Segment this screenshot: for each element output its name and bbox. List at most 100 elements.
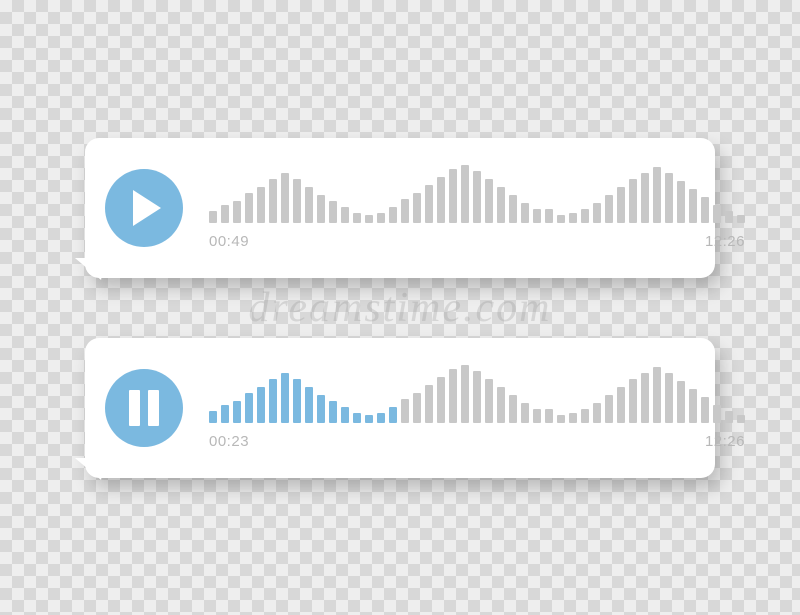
waveform-bar — [653, 367, 661, 423]
waveform-bar — [305, 387, 313, 423]
elapsed-time: 00:23 — [209, 433, 249, 450]
waveform-bar — [389, 407, 397, 423]
waveform-bar — [665, 173, 673, 223]
waveform[interactable] — [209, 165, 745, 223]
voice-message-bubble: 00:23 12:26 — [85, 338, 715, 478]
waveform-bar — [329, 401, 337, 423]
waveform-bar — [629, 179, 637, 223]
waveform-bar — [461, 165, 469, 223]
waveform-bar — [233, 401, 241, 423]
waveform-bar — [605, 395, 613, 423]
play-icon — [133, 190, 161, 226]
waveform-bar — [353, 213, 361, 223]
waveform-bar — [521, 403, 529, 423]
waveform-bar — [533, 409, 541, 423]
waveform-bar — [701, 397, 709, 423]
waveform-bar — [401, 199, 409, 223]
waveform-bar — [209, 211, 217, 223]
waveform-bar — [329, 201, 337, 223]
waveform-bar — [725, 211, 733, 223]
waveform-bar — [437, 377, 445, 423]
waveform-bar — [641, 373, 649, 423]
waveform-bar — [449, 169, 457, 223]
waveform-bar — [569, 413, 577, 423]
waveform-bar — [245, 193, 253, 223]
waveform-bar — [269, 179, 277, 223]
time-row: 00:49 12:26 — [209, 233, 745, 250]
total-time: 12:26 — [705, 433, 745, 450]
waveform-bar — [629, 379, 637, 423]
waveform-bar — [605, 195, 613, 223]
waveform-bar — [293, 379, 301, 423]
waveform-bar — [521, 203, 529, 223]
waveform-bar — [413, 193, 421, 223]
pause-icon — [129, 390, 159, 426]
waveform-bar — [425, 385, 433, 423]
time-row: 00:23 12:26 — [209, 433, 745, 450]
waveform-bar — [617, 187, 625, 223]
waveform-bar — [545, 209, 553, 223]
waveform-bar — [485, 379, 493, 423]
waveform-bar — [509, 195, 517, 223]
waveform-bar — [677, 381, 685, 423]
waveform-bar — [233, 201, 241, 223]
waveform-bar — [689, 189, 697, 223]
waveform-bar — [245, 393, 253, 423]
waveform-bar — [737, 415, 745, 423]
waveform-bar — [509, 395, 517, 423]
waveform-bar — [593, 203, 601, 223]
waveform-area: 00:49 12:26 — [209, 165, 745, 250]
waveform-bar — [353, 413, 361, 423]
watermark-text: dreamstime.com — [249, 284, 552, 332]
waveform-bar — [737, 215, 745, 223]
waveform-bar — [713, 405, 721, 423]
waveform-bar — [461, 365, 469, 423]
waveform-bar — [257, 387, 265, 423]
waveform-bar — [389, 207, 397, 223]
pause-button[interactable] — [105, 369, 183, 447]
total-time: 12:26 — [705, 233, 745, 250]
waveform-bar — [413, 393, 421, 423]
waveform-bar — [317, 395, 325, 423]
waveform-bar — [653, 167, 661, 223]
waveform-bar — [281, 373, 289, 423]
waveform-bar — [401, 399, 409, 423]
waveform-bar — [341, 407, 349, 423]
waveform-bar — [221, 405, 229, 423]
waveform-bar — [269, 379, 277, 423]
waveform-bar — [557, 215, 565, 223]
voice-message-bubble: 00:49 12:26 — [85, 138, 715, 278]
elapsed-time: 00:49 — [209, 233, 249, 250]
waveform-bar — [341, 207, 349, 223]
waveform-bar — [593, 403, 601, 423]
waveform-bar — [665, 373, 673, 423]
waveform-bar — [473, 171, 481, 223]
waveform-bar — [281, 173, 289, 223]
waveform-bar — [617, 387, 625, 423]
waveform-bar — [425, 185, 433, 223]
waveform-bar — [449, 369, 457, 423]
waveform-bar — [497, 187, 505, 223]
waveform-bar — [569, 213, 577, 223]
waveform-bar — [581, 209, 589, 223]
waveform-bar — [437, 177, 445, 223]
waveform-area: 00:23 12:26 — [209, 365, 745, 450]
waveform-bar — [497, 387, 505, 423]
waveform-bar — [209, 411, 217, 423]
waveform-bar — [473, 371, 481, 423]
waveform-bar — [305, 187, 313, 223]
waveform-bar — [581, 409, 589, 423]
play-button[interactable] — [105, 169, 183, 247]
waveform-bar — [557, 415, 565, 423]
waveform-bar — [545, 409, 553, 423]
waveform-bar — [713, 205, 721, 223]
waveform-bar — [377, 413, 385, 423]
waveform-bar — [377, 213, 385, 223]
waveform-bar — [317, 195, 325, 223]
waveform[interactable] — [209, 365, 745, 423]
waveform-bar — [221, 205, 229, 223]
waveform-bar — [293, 179, 301, 223]
waveform-bar — [641, 173, 649, 223]
waveform-bar — [485, 179, 493, 223]
waveform-bar — [365, 415, 373, 423]
